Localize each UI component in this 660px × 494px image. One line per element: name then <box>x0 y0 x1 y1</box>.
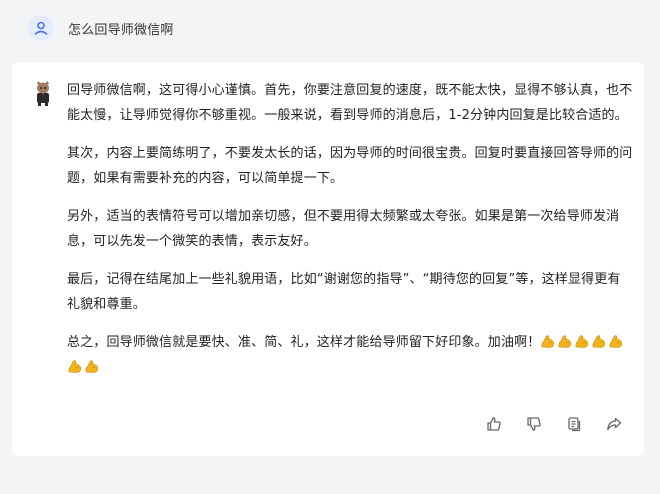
bot-avatar <box>37 81 49 106</box>
answer-paragraph-4: 最后，记得在结尾加上一些礼貌用语，比如“谢谢您的指导”、“期待您的回复”等，这样… <box>67 272 621 312</box>
flexed-biceps-emoji <box>610 335 623 348</box>
flexed-biceps-emoji <box>68 360 82 373</box>
answer-final-text: 总之，回导师微信就是要快、准、简、礼，这样才能给导师留下好印象。加油啊！ <box>67 335 541 350</box>
user-avatar <box>28 15 54 41</box>
user-message-row: 怎么回导师微信啊 <box>28 14 174 42</box>
user-icon <box>34 21 48 35</box>
share-icon[interactable] <box>604 414 624 434</box>
flexed-biceps-emoji <box>85 360 99 373</box>
flexed-biceps-emoji <box>559 335 572 348</box>
user-question-text: 怎么回导师微信啊 <box>68 22 174 38</box>
flexed-biceps-emoji <box>576 335 589 348</box>
answer-paragraph-2: 其次，内容上要简练明了，不要发太长的话，因为导师的时间很宝贵。回复时要直接回答导… <box>67 146 633 186</box>
flexed-biceps-emoji <box>542 335 555 348</box>
thumbs-up-icon[interactable] <box>484 414 504 434</box>
answer-body: 回导师微信啊，这可得小心谨慎。首先，你要注意回复的速度，既不能太快，显得不够认真… <box>67 78 633 393</box>
message-actions <box>484 414 624 434</box>
copy-icon[interactable] <box>564 414 584 434</box>
thumbs-down-icon[interactable] <box>524 414 544 434</box>
answer-paragraph-final: 总之，回导师微信就是要快、准、简、礼，这样才能给导师留下好印象。加油啊！ <box>67 330 633 380</box>
flexed-biceps-emoji <box>593 335 606 348</box>
answer-paragraph-3: 另外，适当的表情符号可以增加亲切感，但不要用得太频繁或太夸张。如果是第一次给导师… <box>67 209 620 249</box>
answer-card: 回导师微信啊，这可得小心谨慎。首先，你要注意回复的速度，既不能太快，显得不够认真… <box>12 62 644 456</box>
answer-paragraph-1: 回导师微信啊，这可得小心谨慎。首先，你要注意回复的速度，既不能太快，显得不够认真… <box>67 83 633 123</box>
